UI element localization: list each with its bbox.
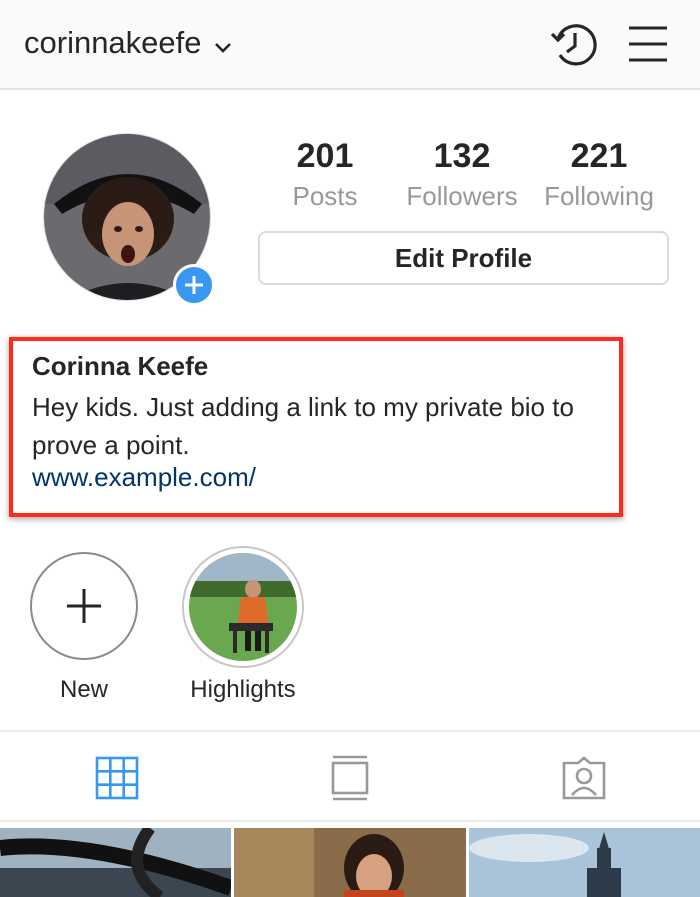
plus-icon (185, 276, 203, 294)
profile-website-link[interactable]: www.example.com/ (32, 462, 256, 493)
username-label: corinnakeefe (24, 25, 202, 60)
following-stat[interactable]: 221 Following (534, 136, 664, 214)
tagged-tab[interactable] (467, 732, 700, 824)
new-highlight-label: New (59, 676, 108, 703)
post-thumbnail[interactable] (469, 828, 700, 897)
posts-stat[interactable]: 201 Posts (260, 136, 390, 214)
menu-icon[interactable] (627, 24, 669, 64)
profile-tabs (0, 730, 700, 822)
highlight-label: Highlights (190, 676, 296, 703)
highlight-story[interactable] (182, 546, 304, 668)
profile-bio: Hey kids. Just adding a link to my priva… (32, 392, 574, 460)
tagged-icon (562, 756, 605, 800)
account-switcher[interactable]: corinnakeefe (24, 24, 232, 62)
grid-view-tab[interactable] (0, 732, 233, 824)
chevron-down-icon (214, 26, 232, 62)
following-count: 221 (570, 137, 628, 175)
following-label: Following (544, 181, 654, 211)
plus-icon (67, 589, 101, 623)
followers-label: Followers (406, 181, 518, 211)
add-story-button[interactable] (173, 264, 215, 306)
posts-count: 201 (296, 137, 354, 175)
post-thumbnail[interactable] (234, 828, 466, 897)
highlight-thumbnail (189, 553, 297, 661)
new-highlight-button[interactable] (30, 552, 138, 660)
history-icon[interactable] (549, 20, 599, 70)
post-thumbnail[interactable] (0, 828, 231, 897)
profile-name: Corinna Keefe (32, 351, 209, 381)
grid-icon (95, 756, 138, 800)
followers-stat[interactable]: 132 Followers (397, 136, 527, 214)
feed-view-tab[interactable] (233, 732, 466, 824)
top-bar: corinnakeefe (0, 0, 700, 90)
feed-icon (331, 755, 368, 801)
edit-profile-button[interactable]: Edit Profile (258, 231, 669, 285)
posts-label: Posts (292, 181, 358, 211)
followers-count: 132 (433, 137, 491, 175)
